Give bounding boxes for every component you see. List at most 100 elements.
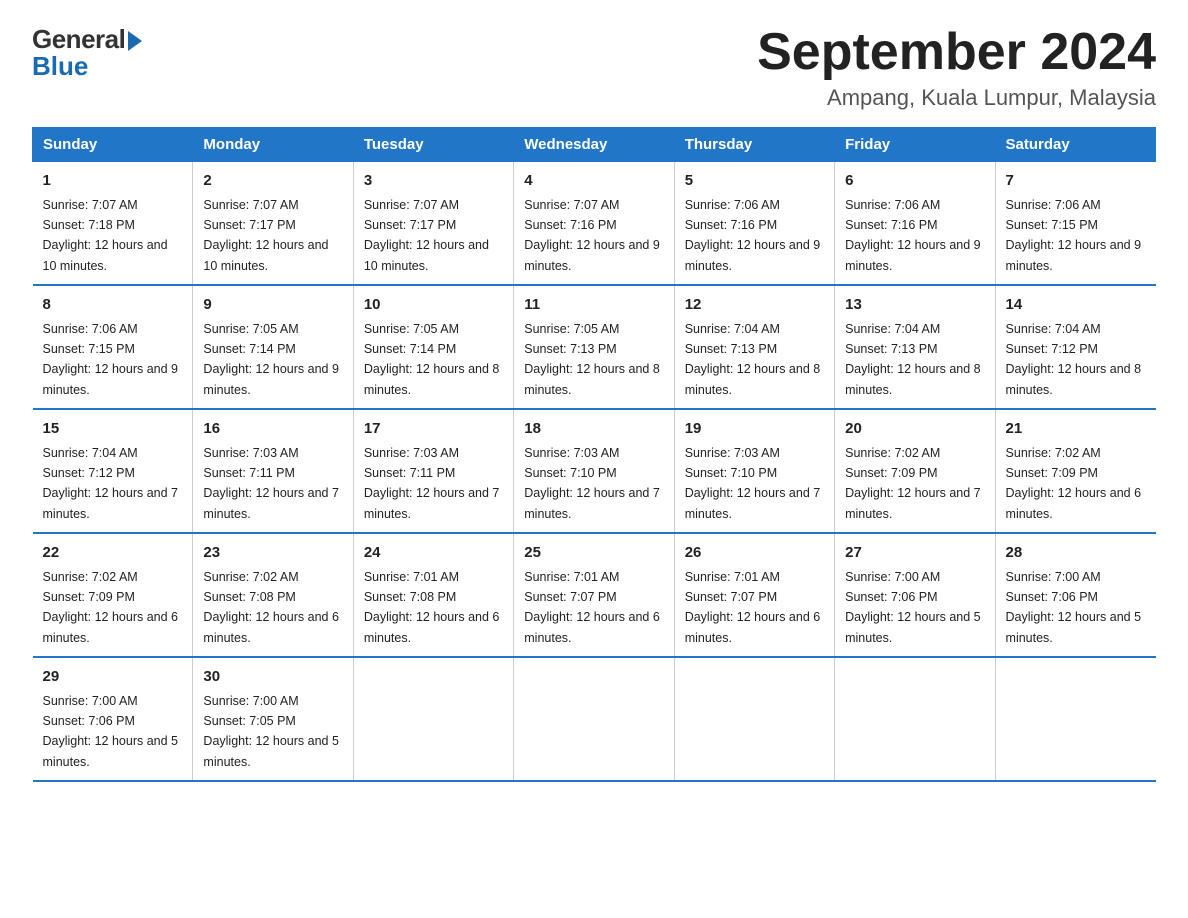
day-info: Sunrise: 7:02 AMSunset: 7:09 PMDaylight:… [1006, 446, 1142, 521]
day-header-tuesday: Tuesday [353, 128, 513, 162]
day-number: 17 [364, 418, 503, 441]
day-number: 18 [524, 418, 663, 441]
week-row-3: 15 Sunrise: 7:04 AMSunset: 7:12 PMDayligh… [33, 409, 1156, 533]
day-number: 5 [685, 170, 824, 193]
day-number: 22 [43, 542, 183, 565]
day-info: Sunrise: 7:00 AMSunset: 7:06 PMDaylight:… [845, 570, 981, 645]
page-header: General Blue September 2024 Ampang, Kual… [32, 24, 1156, 111]
day-number: 3 [364, 170, 503, 193]
day-cell: 30 Sunrise: 7:00 AMSunset: 7:05 PMDayligh… [193, 657, 353, 781]
location-title: Ampang, Kuala Lumpur, Malaysia [757, 85, 1156, 111]
day-info: Sunrise: 7:05 AMSunset: 7:14 PMDaylight:… [364, 322, 500, 397]
day-cell: 26Sunrise: 7:01 AMSunset: 7:07 PMDayligh… [674, 533, 834, 657]
day-cell [674, 657, 834, 781]
calendar-body: 1Sunrise: 7:07 AMSunset: 7:18 PMDaylight… [33, 162, 1156, 782]
week-row-2: 8 Sunrise: 7:06 AMSunset: 7:15 PMDaylight… [33, 285, 1156, 409]
day-cell: 25 Sunrise: 7:01 AMSunset: 7:07 PMDayligh… [514, 533, 674, 657]
day-header-wednesday: Wednesday [514, 128, 674, 162]
day-cell: 19 Sunrise: 7:03 AMSunset: 7:10 PMDayligh… [674, 409, 834, 533]
day-number: 20 [845, 418, 984, 441]
day-number: 14 [1006, 294, 1146, 317]
day-info: Sunrise: 7:06 AMSunset: 7:15 PMDaylight:… [43, 322, 179, 397]
day-cell: 4 Sunrise: 7:07 AMSunset: 7:16 PMDaylight… [514, 162, 674, 286]
day-cell: 22 Sunrise: 7:02 AMSunset: 7:09 PMDayligh… [33, 533, 193, 657]
day-cell: 28Sunrise: 7:00 AMSunset: 7:06 PMDayligh… [995, 533, 1155, 657]
day-number: 23 [203, 542, 342, 565]
day-number: 25 [524, 542, 663, 565]
day-header-monday: Monday [193, 128, 353, 162]
day-number: 4 [524, 170, 663, 193]
day-number: 6 [845, 170, 984, 193]
day-cell: 8 Sunrise: 7:06 AMSunset: 7:15 PMDaylight… [33, 285, 193, 409]
day-cell [835, 657, 995, 781]
day-number: 27 [845, 542, 984, 565]
day-info: Sunrise: 7:06 AMSunset: 7:15 PMDaylight:… [1006, 198, 1142, 273]
day-number: 9 [203, 294, 342, 317]
day-info: Sunrise: 7:04 AMSunset: 7:13 PMDaylight:… [685, 322, 821, 397]
days-of-week-row: SundayMondayTuesdayWednesdayThursdayFrid… [33, 128, 1156, 162]
day-info: Sunrise: 7:00 AMSunset: 7:05 PMDaylight:… [203, 694, 339, 769]
day-number: 11 [524, 294, 663, 317]
day-number: 13 [845, 294, 984, 317]
day-cell: 1Sunrise: 7:07 AMSunset: 7:18 PMDaylight… [33, 162, 193, 286]
logo-arrow-icon [128, 31, 142, 51]
day-info: Sunrise: 7:01 AMSunset: 7:08 PMDaylight:… [364, 570, 500, 645]
day-cell: 7 Sunrise: 7:06 AMSunset: 7:15 PMDaylight… [995, 162, 1155, 286]
day-info: Sunrise: 7:07 AMSunset: 7:18 PMDaylight:… [43, 198, 168, 273]
day-info: Sunrise: 7:02 AMSunset: 7:09 PMDaylight:… [43, 570, 179, 645]
day-info: Sunrise: 7:04 AMSunset: 7:13 PMDaylight:… [845, 322, 981, 397]
day-info: Sunrise: 7:00 AMSunset: 7:06 PMDaylight:… [43, 694, 179, 769]
day-cell: 12Sunrise: 7:04 AMSunset: 7:13 PMDayligh… [674, 285, 834, 409]
day-header-friday: Friday [835, 128, 995, 162]
day-info: Sunrise: 7:04 AMSunset: 7:12 PMDaylight:… [1006, 322, 1142, 397]
day-cell: 21 Sunrise: 7:02 AMSunset: 7:09 PMDayligh… [995, 409, 1155, 533]
day-cell: 9 Sunrise: 7:05 AMSunset: 7:14 PMDaylight… [193, 285, 353, 409]
logo-blue-text: Blue [32, 51, 88, 82]
day-cell: 6 Sunrise: 7:06 AMSunset: 7:16 PMDaylight… [835, 162, 995, 286]
day-number: 24 [364, 542, 503, 565]
day-info: Sunrise: 7:06 AMSunset: 7:16 PMDaylight:… [685, 198, 821, 273]
day-cell: 3 Sunrise: 7:07 AMSunset: 7:17 PMDaylight… [353, 162, 513, 286]
day-cell: 5 Sunrise: 7:06 AMSunset: 7:16 PMDaylight… [674, 162, 834, 286]
day-info: Sunrise: 7:03 AMSunset: 7:10 PMDaylight:… [524, 446, 660, 521]
day-cell: 23 Sunrise: 7:02 AMSunset: 7:08 PMDayligh… [193, 533, 353, 657]
day-cell: 24 Sunrise: 7:01 AMSunset: 7:08 PMDayligh… [353, 533, 513, 657]
day-info: Sunrise: 7:02 AMSunset: 7:08 PMDaylight:… [203, 570, 339, 645]
day-number: 28 [1006, 542, 1146, 565]
day-header-sunday: Sunday [33, 128, 193, 162]
day-info: Sunrise: 7:06 AMSunset: 7:16 PMDaylight:… [845, 198, 981, 273]
week-row-1: 1Sunrise: 7:07 AMSunset: 7:18 PMDaylight… [33, 162, 1156, 286]
day-cell [514, 657, 674, 781]
day-cell: 13 Sunrise: 7:04 AMSunset: 7:13 PMDayligh… [835, 285, 995, 409]
day-cell: 2Sunrise: 7:07 AMSunset: 7:17 PMDaylight… [193, 162, 353, 286]
day-number: 8 [43, 294, 183, 317]
day-info: Sunrise: 7:05 AMSunset: 7:13 PMDaylight:… [524, 322, 660, 397]
day-info: Sunrise: 7:03 AMSunset: 7:11 PMDaylight:… [203, 446, 339, 521]
day-info: Sunrise: 7:05 AMSunset: 7:14 PMDaylight:… [203, 322, 339, 397]
day-info: Sunrise: 7:01 AMSunset: 7:07 PMDaylight:… [524, 570, 660, 645]
day-info: Sunrise: 7:07 AMSunset: 7:16 PMDaylight:… [524, 198, 660, 273]
day-info: Sunrise: 7:02 AMSunset: 7:09 PMDaylight:… [845, 446, 981, 521]
day-info: Sunrise: 7:07 AMSunset: 7:17 PMDaylight:… [364, 198, 489, 273]
day-cell: 20 Sunrise: 7:02 AMSunset: 7:09 PMDayligh… [835, 409, 995, 533]
day-cell: 17Sunrise: 7:03 AMSunset: 7:11 PMDayligh… [353, 409, 513, 533]
day-info: Sunrise: 7:04 AMSunset: 7:12 PMDaylight:… [43, 446, 179, 521]
day-number: 15 [43, 418, 183, 441]
day-number: 10 [364, 294, 503, 317]
day-header-thursday: Thursday [674, 128, 834, 162]
calendar-table: SundayMondayTuesdayWednesdayThursdayFrid… [32, 127, 1156, 782]
week-row-4: 22 Sunrise: 7:02 AMSunset: 7:09 PMDayligh… [33, 533, 1156, 657]
week-row-5: 29Sunrise: 7:00 AMSunset: 7:06 PMDayligh… [33, 657, 1156, 781]
day-cell: 10 Sunrise: 7:05 AMSunset: 7:14 PMDayligh… [353, 285, 513, 409]
day-header-saturday: Saturday [995, 128, 1155, 162]
day-number: 21 [1006, 418, 1146, 441]
day-number: 19 [685, 418, 824, 441]
day-cell [353, 657, 513, 781]
day-number: 7 [1006, 170, 1146, 193]
day-number: 30 [203, 666, 342, 689]
day-info: Sunrise: 7:03 AMSunset: 7:10 PMDaylight:… [685, 446, 821, 521]
day-cell: 18 Sunrise: 7:03 AMSunset: 7:10 PMDayligh… [514, 409, 674, 533]
day-cell: 16Sunrise: 7:03 AMSunset: 7:11 PMDayligh… [193, 409, 353, 533]
day-info: Sunrise: 7:01 AMSunset: 7:07 PMDaylight:… [685, 570, 821, 645]
day-info: Sunrise: 7:07 AMSunset: 7:17 PMDaylight:… [203, 198, 328, 273]
